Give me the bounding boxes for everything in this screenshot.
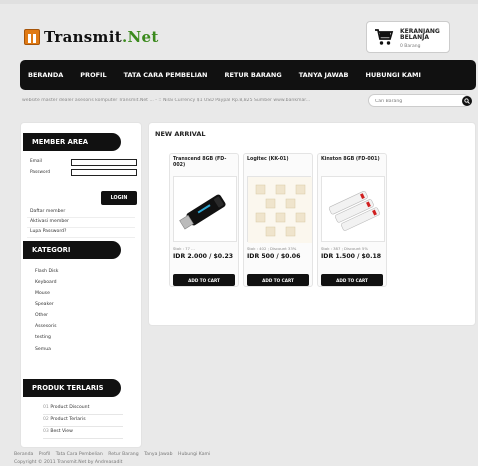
category-item[interactable]: Speaker — [35, 302, 54, 307]
shopping-cart-icon — [375, 29, 394, 45]
cart-title: KERANJANG BELANJA — [400, 28, 440, 41]
footer-link-hubungi[interactable]: Hubungi Kami — [178, 452, 210, 457]
category-item[interactable]: testing — [35, 335, 51, 340]
copyright-text: Copyright © 2011 Transmit.Net by Andreas… — [14, 460, 123, 465]
keyboard-protector-image — [248, 177, 312, 243]
product-name[interactable]: Kinston 8GB (FD-001) — [321, 157, 385, 163]
nav-profil[interactable]: PROFIL — [80, 71, 106, 79]
add-to-cart-button[interactable]: ADD TO CART — [321, 274, 383, 286]
site-logo[interactable]: Transmit.Net — [24, 25, 159, 49]
footer-link-tata-cara[interactable]: Tata Cara Pembelian — [56, 452, 103, 457]
product-stock: Stok : 387 ; Discount 5% — [321, 246, 368, 251]
login-button[interactable]: LOGIN — [101, 191, 137, 205]
footer-link-tanya-jawab[interactable]: Tanya Jawab — [144, 452, 172, 457]
add-to-cart-button[interactable]: ADD TO CART — [247, 274, 309, 286]
add-to-cart-button[interactable]: ADD TO CART — [173, 274, 235, 286]
product-price: IDR 2.000 / $0.23 — [173, 253, 234, 260]
nav-retur-barang[interactable]: RETUR BARANG — [224, 71, 281, 79]
category-item[interactable]: Other — [35, 313, 48, 318]
link-daftar-member[interactable]: Daftar member — [27, 209, 135, 218]
sidebar: MEMBER AREA Email Password LOGIN Daftar … — [20, 122, 142, 448]
link-aktivasi-member[interactable]: Aktivasi member — [27, 219, 135, 228]
best-seller-num: 03 — [43, 429, 49, 434]
product-card[interactable]: Kinston 8GB (FD-001) Stok : 387 ; Discou… — [317, 153, 387, 287]
best-seller-item[interactable]: 01 Product Discount — [43, 405, 123, 415]
page-container: Transmit.Net KERANJANG BELANJA 0 Barang … — [14, 14, 476, 465]
best-seller-label: Product Terlaris — [50, 417, 86, 422]
product-card[interactable]: Logitec (KK-01) Stok : 402 ; Discount 33… — [243, 153, 313, 287]
logo-icon — [24, 29, 40, 45]
member-area-header: MEMBER AREA — [23, 133, 121, 151]
product-image[interactable] — [247, 176, 312, 243]
shopping-cart-box[interactable]: KERANJANG BELANJA 0 Barang — [366, 21, 450, 53]
search-box — [368, 94, 470, 107]
usb-flash-drive-image — [179, 194, 226, 230]
footer-link-profil[interactable]: Profil — [39, 452, 50, 457]
new-arrival-title: NEW ARRIVAL — [155, 130, 206, 138]
product-stock: Stok : 402 ; Discount 33% — [247, 246, 297, 251]
nav-beranda[interactable]: BERANDA — [28, 71, 63, 79]
product-image[interactable] — [321, 176, 385, 242]
product-price: IDR 500 / $0.06 — [247, 253, 301, 260]
kategori-header: KATEGORI — [23, 241, 121, 259]
cart-count: 0 Barang — [400, 44, 421, 49]
nav-tata-cara-pembelian[interactable]: TATA CARA PEMBELIAN — [124, 71, 208, 79]
category-item[interactable]: Keyboard — [35, 280, 57, 285]
password-label: Password — [30, 170, 51, 175]
product-price: IDR 1.500 / $0.18 — [321, 253, 382, 260]
best-seller-label: Product Discount — [50, 405, 90, 410]
page-top-strip — [0, 0, 478, 4]
main-content: NEW ARRIVAL Transcend 8GB (FD-002) Stok … — [148, 122, 476, 326]
best-seller-num: 02 — [43, 417, 49, 422]
best-seller-label: Best View — [50, 429, 73, 434]
produk-terlaris-header: PRODUK TERLARIS — [23, 379, 121, 397]
email-field[interactable] — [71, 159, 137, 166]
product-stock: Stok : 77 ... — [173, 246, 195, 251]
usb-drives-image — [328, 190, 380, 231]
password-field[interactable] — [71, 169, 137, 176]
email-label: Email — [30, 159, 42, 164]
news-ticker: website master dealer asesoris komputer … — [22, 98, 311, 103]
product-image[interactable] — [173, 176, 237, 242]
footer-link-beranda[interactable]: Beranda — [14, 452, 33, 457]
nav-hubungi-kami[interactable]: HUBUNGI KAMI — [366, 71, 421, 79]
search-input[interactable] — [375, 97, 455, 105]
category-item[interactable]: Mouse — [35, 291, 50, 296]
search-icon — [464, 98, 470, 104]
footer-links: Beranda Profil Tata Cara Pembelian Retur… — [14, 452, 214, 457]
best-seller-num: 01 — [43, 405, 49, 410]
category-item[interactable]: Assesoris — [35, 324, 57, 329]
product-card[interactable]: Transcend 8GB (FD-002) Stok : 77 ... IDR… — [169, 153, 239, 287]
nav-tanya-jawab[interactable]: TANYA JAWAB — [299, 71, 349, 79]
best-seller-item[interactable]: 03 Best View — [43, 429, 123, 439]
link-lupa-password[interactable]: Lupa Password? — [27, 229, 135, 238]
category-item[interactable]: Semua — [35, 347, 51, 352]
logo-text: Transmit.Net — [44, 28, 159, 46]
main-navbar: BERANDA PROFIL TATA CARA PEMBELIAN RETUR… — [20, 60, 476, 90]
best-seller-item[interactable]: 02 Product Terlaris — [43, 417, 123, 427]
product-name[interactable]: Transcend 8GB (FD-002) — [173, 157, 237, 169]
search-button[interactable] — [462, 96, 472, 106]
category-item[interactable]: Flash Disk — [35, 269, 58, 274]
footer-link-retur[interactable]: Retur Barang — [108, 452, 138, 457]
product-name[interactable]: Logitec (KK-01) — [247, 157, 311, 163]
